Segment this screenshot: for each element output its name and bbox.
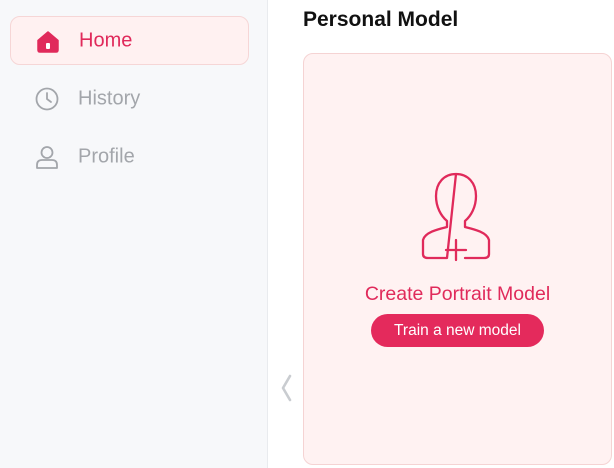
user-icon <box>33 143 61 171</box>
sidebar-item-profile[interactable]: Profile <box>10 132 249 181</box>
card-title: Create Portrait Model <box>364 283 551 305</box>
home-icon <box>34 27 62 55</box>
chevron-left-icon <box>279 373 293 408</box>
page-title: Personal Model <box>303 8 459 31</box>
collapse-sidebar-button[interactable] <box>276 372 296 408</box>
portrait-add-icon <box>419 172 493 264</box>
sidebar-item-home[interactable]: Home <box>10 16 249 65</box>
sidebar-item-label: Profile <box>78 145 135 167</box>
sidebar-item-history[interactable]: History <box>10 74 249 123</box>
sidebar-item-label: History <box>78 87 141 109</box>
sidebar: Home History Profile <box>0 0 268 468</box>
create-model-card[interactable]: Create Portrait Model Train a new model <box>303 53 612 465</box>
clock-icon <box>33 85 61 113</box>
train-new-model-button[interactable]: Train a new model <box>371 314 544 347</box>
sidebar-item-label: Home <box>79 29 133 51</box>
